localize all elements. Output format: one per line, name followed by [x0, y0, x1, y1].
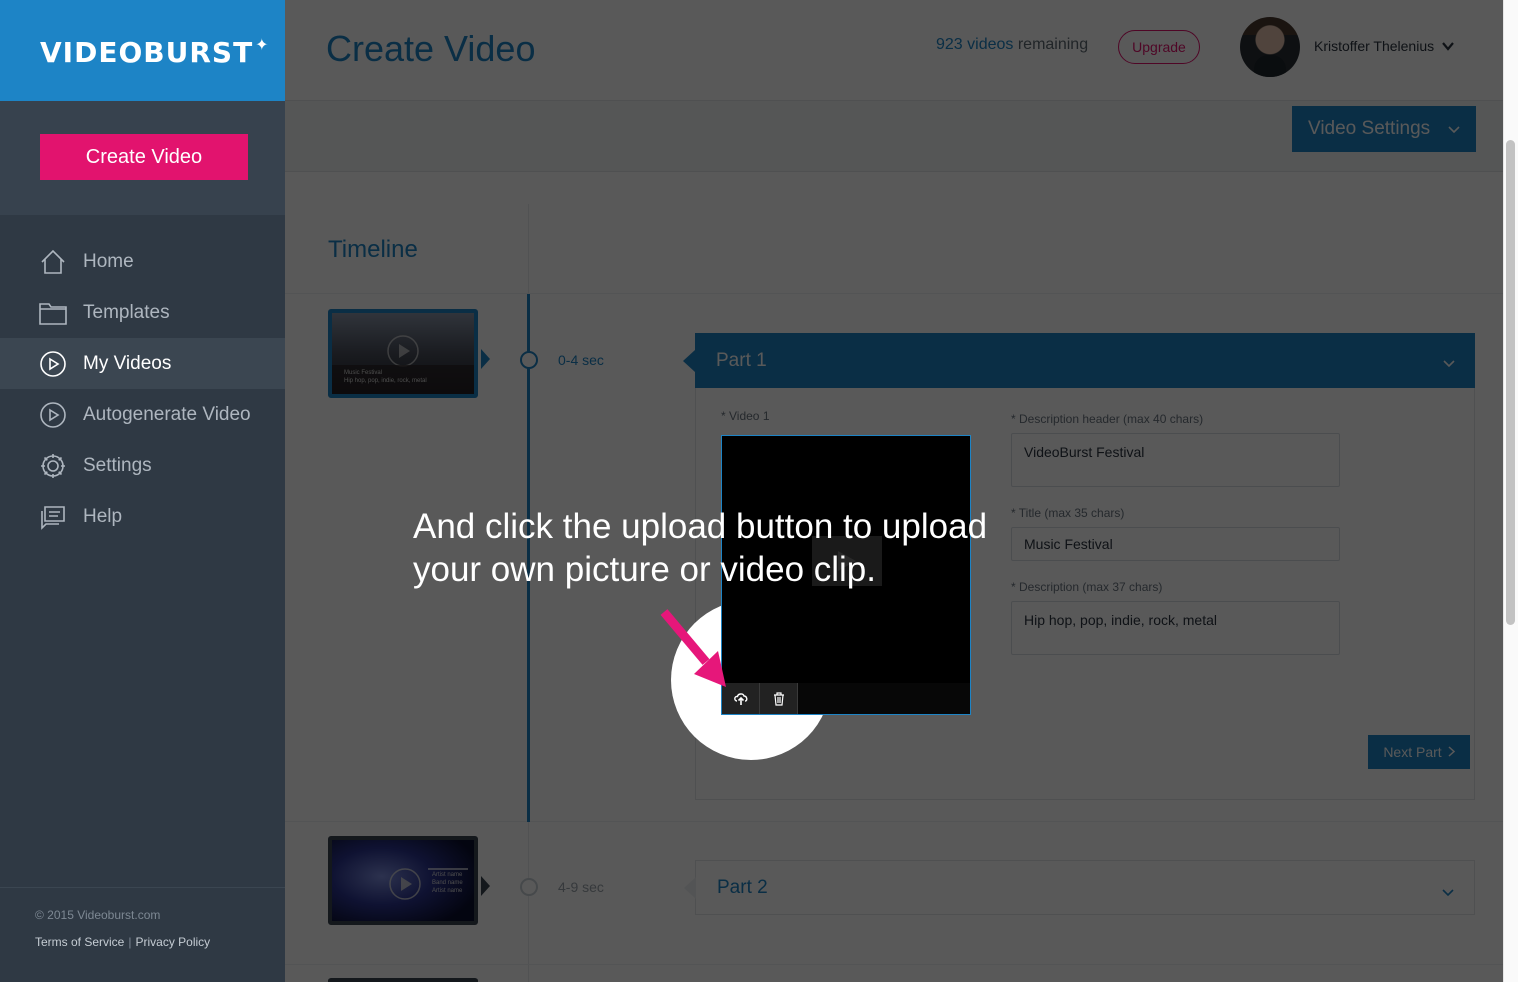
copyright-text: © 2015 Videoburst.com	[35, 908, 161, 922]
thumb-caption: Band name	[432, 880, 463, 886]
create-area: Create Video	[0, 101, 285, 215]
home-icon	[38, 247, 68, 277]
timeline-title: Timeline	[328, 236, 418, 263]
thumb-caption: Artist name	[432, 888, 463, 894]
delete-button-highlighted[interactable]	[760, 683, 798, 714]
terms-link[interactable]: Terms of Service	[35, 935, 124, 949]
sidebar-item-label: Autogenerate Video	[83, 403, 251, 425]
chevron-right-icon	[1448, 744, 1455, 760]
sidebar-item-label: Home	[83, 250, 134, 272]
chevron-down-icon	[1448, 118, 1460, 140]
logo-bar: VIDEOBURST ✦	[0, 0, 285, 101]
sidebar-item-label: My Videos	[83, 352, 172, 374]
part-2-header[interactable]: Part 2	[684, 860, 1475, 915]
play-circle-icon	[38, 349, 68, 379]
videoburst-logo[interactable]: VIDEOBURST ✦	[40, 35, 270, 69]
chevron-down-icon	[1442, 38, 1454, 54]
sidebar: VIDEOBURST ✦ Create Video Home Templates …	[0, 0, 285, 982]
sidebar-item-templates[interactable]: Templates	[0, 287, 285, 338]
video-settings-label: Video Settings	[1308, 118, 1431, 139]
thumb-caption: Artist name	[432, 872, 463, 878]
create-video-button[interactable]: Create Video	[40, 134, 248, 180]
privacy-link[interactable]: Privacy Policy	[135, 935, 210, 949]
desc-header-label: * Description header (max 40 chars)	[1011, 412, 1204, 426]
video-field-label: * Video 1	[721, 409, 770, 423]
help-chat-icon	[38, 502, 68, 532]
video-toolbar-highlighted	[722, 683, 970, 714]
upgrade-button[interactable]: Upgrade	[1118, 30, 1200, 64]
avatar[interactable]	[1240, 17, 1300, 77]
sidebar-divider	[0, 887, 285, 888]
chevron-down-icon	[1443, 352, 1455, 374]
settings-bar: Video Settings	[285, 101, 1503, 172]
part-3-thumbnail[interactable]	[328, 978, 478, 982]
toolbar-empty	[798, 683, 970, 714]
desc-header-input[interactable]: VideoBurst Festival	[1011, 433, 1340, 487]
timeline-dot[interactable]	[520, 351, 538, 369]
remaining-count: 923 videos	[936, 36, 1014, 53]
thumb-pointer	[481, 349, 490, 369]
row-divider	[285, 293, 1503, 294]
page-title: Create Video	[326, 28, 536, 69]
user-name: Kristoffer Thelenius	[1314, 38, 1435, 54]
user-menu[interactable]: Kristoffer Thelenius	[1314, 38, 1454, 54]
sidebar-nav: Home Templates My Videos Autogenerate Vi…	[0, 236, 285, 542]
thumb-pointer	[481, 876, 490, 896]
top-header: Create Video 923 videos remaining Upgrad…	[285, 0, 1503, 101]
timeline-dot[interactable]	[520, 878, 538, 896]
sidebar-item-my-videos[interactable]: My Videos	[0, 338, 285, 389]
video-settings-button[interactable]: Video Settings	[1292, 106, 1476, 152]
chevron-down-icon	[1442, 881, 1454, 903]
tutorial-message: And click the upload button to upload yo…	[413, 507, 988, 589]
thumb-caption: Music Festival	[344, 370, 383, 376]
part-1-title: Part 1	[716, 349, 767, 371]
sidebar-item-label: Settings	[83, 454, 152, 476]
play-circle-icon	[38, 400, 68, 430]
pointer-arrow-icon	[660, 609, 726, 687]
sidebar-item-label: Help	[83, 505, 123, 527]
trash-icon	[773, 691, 784, 706]
part-1-header[interactable]: Part 1	[683, 333, 1475, 388]
videos-remaining: 923 videos remaining	[936, 36, 1088, 54]
upload-icon	[733, 692, 747, 705]
time-range-label: 4-9 sec	[558, 879, 604, 895]
sidebar-item-autogenerate-video[interactable]: Autogenerate Video	[0, 389, 285, 440]
sidebar-item-label: Templates	[83, 301, 170, 323]
sidebar-item-home[interactable]: Home	[0, 236, 285, 287]
next-part-label: Next Part	[1383, 744, 1442, 760]
part-2-thumbnail[interactable]: Artist name Band name Artist name	[328, 836, 478, 925]
description-input[interactable]: Hip hop, pop, indie, rock, metal	[1011, 601, 1340, 655]
scrollbar-thumb[interactable]	[1506, 140, 1515, 625]
next-part-button[interactable]: Next Part	[1368, 735, 1470, 769]
sidebar-item-help[interactable]: Help	[0, 491, 285, 542]
footer-links: Terms of Service | Privacy Policy	[35, 935, 211, 949]
remaining-suffix: remaining	[1017, 36, 1089, 53]
thumb-caption: Hip hop, pop, indie, rock, metal	[344, 378, 427, 384]
row-divider	[285, 964, 1503, 965]
row-divider	[285, 821, 1503, 822]
part-1-thumbnail[interactable]: Music Festival Hip hop, pop, indie, rock…	[328, 309, 478, 398]
gear-icon	[38, 451, 68, 481]
folder-icon	[38, 298, 68, 328]
sidebar-item-settings[interactable]: Settings	[0, 440, 285, 491]
time-range-label: 0-4 sec	[558, 352, 604, 368]
part-2-title: Part 2	[717, 876, 768, 898]
title-input[interactable]: Music Festival	[1011, 527, 1340, 561]
